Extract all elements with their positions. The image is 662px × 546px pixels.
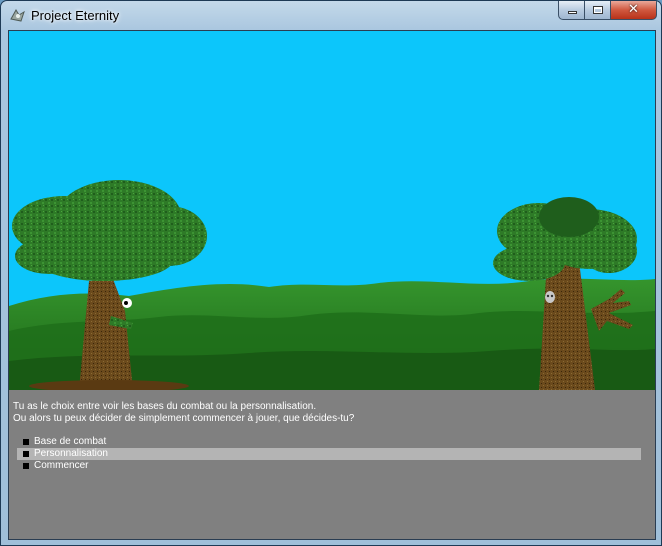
bullet-icon	[23, 463, 29, 469]
bullet-icon	[23, 451, 29, 457]
maximize-button[interactable]	[585, 1, 611, 20]
tree-eye	[122, 298, 132, 308]
app-window: Project Eternity ✕ Tu as le choix entre …	[0, 0, 662, 546]
option-commencer[interactable]: Commencer	[17, 460, 641, 472]
option-base-de-combat[interactable]: Base de combat	[17, 436, 641, 448]
option-label: Commencer	[34, 460, 89, 471]
skull	[545, 291, 555, 303]
minimize-button[interactable]	[558, 1, 585, 20]
dialog-line-2: Ou alors tu peux décider de simplement c…	[13, 413, 355, 424]
option-label: Base de combat	[34, 436, 107, 447]
scene-art	[9, 180, 655, 390]
dialog-box: Tu as le choix entre voir les bases du c…	[9, 390, 655, 539]
app-icon[interactable]	[9, 7, 26, 24]
minimize-icon	[568, 11, 577, 14]
game-scene	[9, 31, 655, 390]
game-viewport: Tu as le choix entre voir les bases du c…	[8, 30, 656, 540]
close-icon: ✕	[628, 2, 639, 17]
option-label: Personnalisation	[34, 448, 108, 459]
window-controls: ✕	[558, 1, 657, 21]
close-button[interactable]: ✕	[611, 1, 657, 20]
title-bar[interactable]: Project Eternity ✕	[1, 1, 661, 30]
maximize-icon	[593, 6, 603, 14]
window-title: Project Eternity	[31, 8, 120, 23]
bullet-icon	[23, 439, 29, 445]
dialog-line-1: Tu as le choix entre voir les bases du c…	[13, 401, 317, 412]
option-personnalisation[interactable]: Personnalisation	[17, 448, 641, 460]
